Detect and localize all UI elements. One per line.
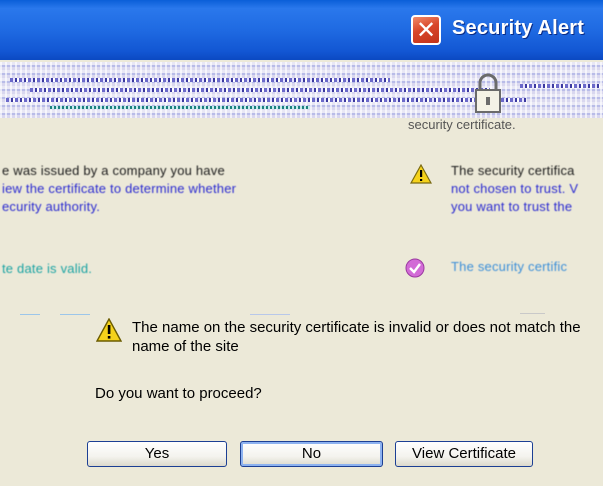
cert-text-line: iew the certificate to determine whether (2, 181, 237, 196)
warning-icon (410, 164, 432, 184)
cert-date-line: te date is valid. (2, 261, 93, 276)
cert-text-line: e was issued by a company you have (2, 163, 225, 178)
lock-icon (475, 73, 501, 113)
certificate-heading: security certificate. (408, 117, 516, 132)
glitch-stripe (30, 88, 490, 92)
close-icon[interactable]: ✕ (411, 15, 441, 45)
warning-icon (96, 318, 122, 342)
window-title: Security Alert (452, 17, 585, 39)
glitch-stripe (520, 84, 600, 88)
glitch-stripe (6, 98, 526, 102)
cert-text-line: ecurity authority. (2, 199, 101, 214)
yes-button[interactable]: Yes (87, 441, 227, 467)
title-bar[interactable]: ✕ Security Alert (0, 0, 603, 60)
warning-message: The name on the security certificate is … (132, 319, 581, 355)
glitch-stripe (10, 78, 390, 82)
cert-warn-line: you want to trust the (451, 199, 573, 214)
cert-warn-line: The security certifica (451, 163, 575, 178)
check-icon (405, 258, 425, 278)
no-button[interactable]: No (240, 441, 383, 467)
glitch-stripe (50, 106, 310, 109)
proceed-question: Do you want to proceed? (95, 385, 262, 402)
cert-valid-line: The security certific (451, 259, 568, 274)
view-certificate-button[interactable]: View Certificate (395, 441, 533, 467)
cert-warn-line: not chosen to trust. V (451, 181, 579, 196)
